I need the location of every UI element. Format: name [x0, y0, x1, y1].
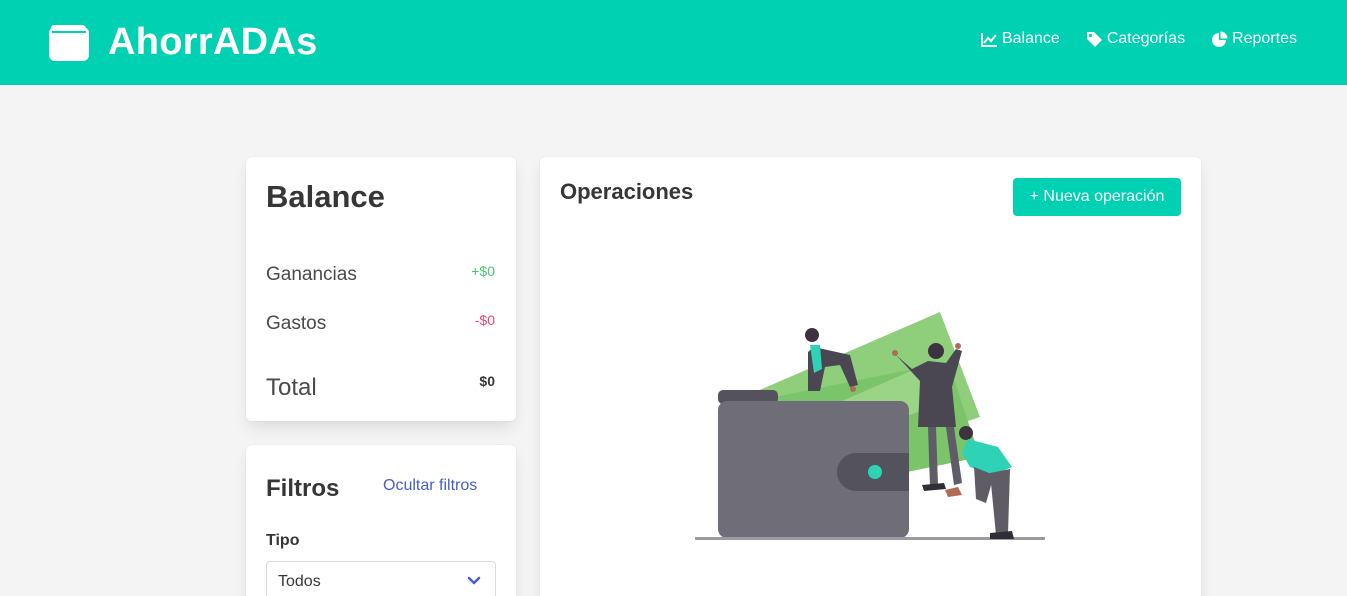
nav-item-label: Balance [1001, 30, 1060, 47]
operations-card: Operaciones + Nueva operación [540, 157, 1201, 596]
wallet-icon [49, 25, 89, 61]
total-value: $0 [479, 373, 495, 389]
tag-icon [1086, 31, 1102, 47]
nav-menu: Balance Categorías Reportes [955, 30, 1297, 48]
navbar: AhorrADAs Balance Categorías Reportes [0, 0, 1347, 85]
hide-filters-link[interactable]: Ocultar filtros [383, 477, 477, 495]
empty-wallet-illustration [695, 312, 1045, 540]
tipo-select-value: Todos [278, 573, 321, 590]
new-operation-button[interactable]: + Nueva operación [1013, 178, 1181, 216]
filters-card: Filtros Ocultar filtros Tipo Todos [246, 445, 516, 596]
chart-pie-icon [1212, 31, 1228, 47]
chart-line-icon [980, 32, 997, 47]
brand-link[interactable]: AhorrADAs [48, 18, 318, 66]
nav-item-reportes[interactable]: Reportes [1211, 30, 1297, 48]
nav-item-balance[interactable]: Balance [980, 30, 1060, 48]
brand-title: AhorrADAs [108, 21, 318, 63]
nav-item-categorias[interactable]: Categorías [1086, 30, 1185, 48]
balance-card: Balance Ganancias +$0 Gastos -$0 Total $… [246, 157, 516, 421]
tipo-select[interactable]: Todos [266, 561, 496, 596]
ganancias-value: +$0 [471, 263, 495, 279]
operations-title: Operaciones [560, 179, 694, 204]
tipo-label: Tipo [266, 532, 300, 549]
gastos-label: Gastos [266, 313, 327, 334]
balance-title: Balance [266, 179, 385, 214]
nav-item-label: Reportes [1232, 30, 1297, 47]
total-label: Total [266, 374, 317, 401]
ganancias-label: Ganancias [266, 264, 357, 285]
nav-item-label: Categorías [1106, 30, 1186, 47]
gastos-value: -$0 [474, 312, 495, 328]
chevron-down-icon [467, 576, 481, 585]
filters-title: Filtros [266, 475, 340, 502]
